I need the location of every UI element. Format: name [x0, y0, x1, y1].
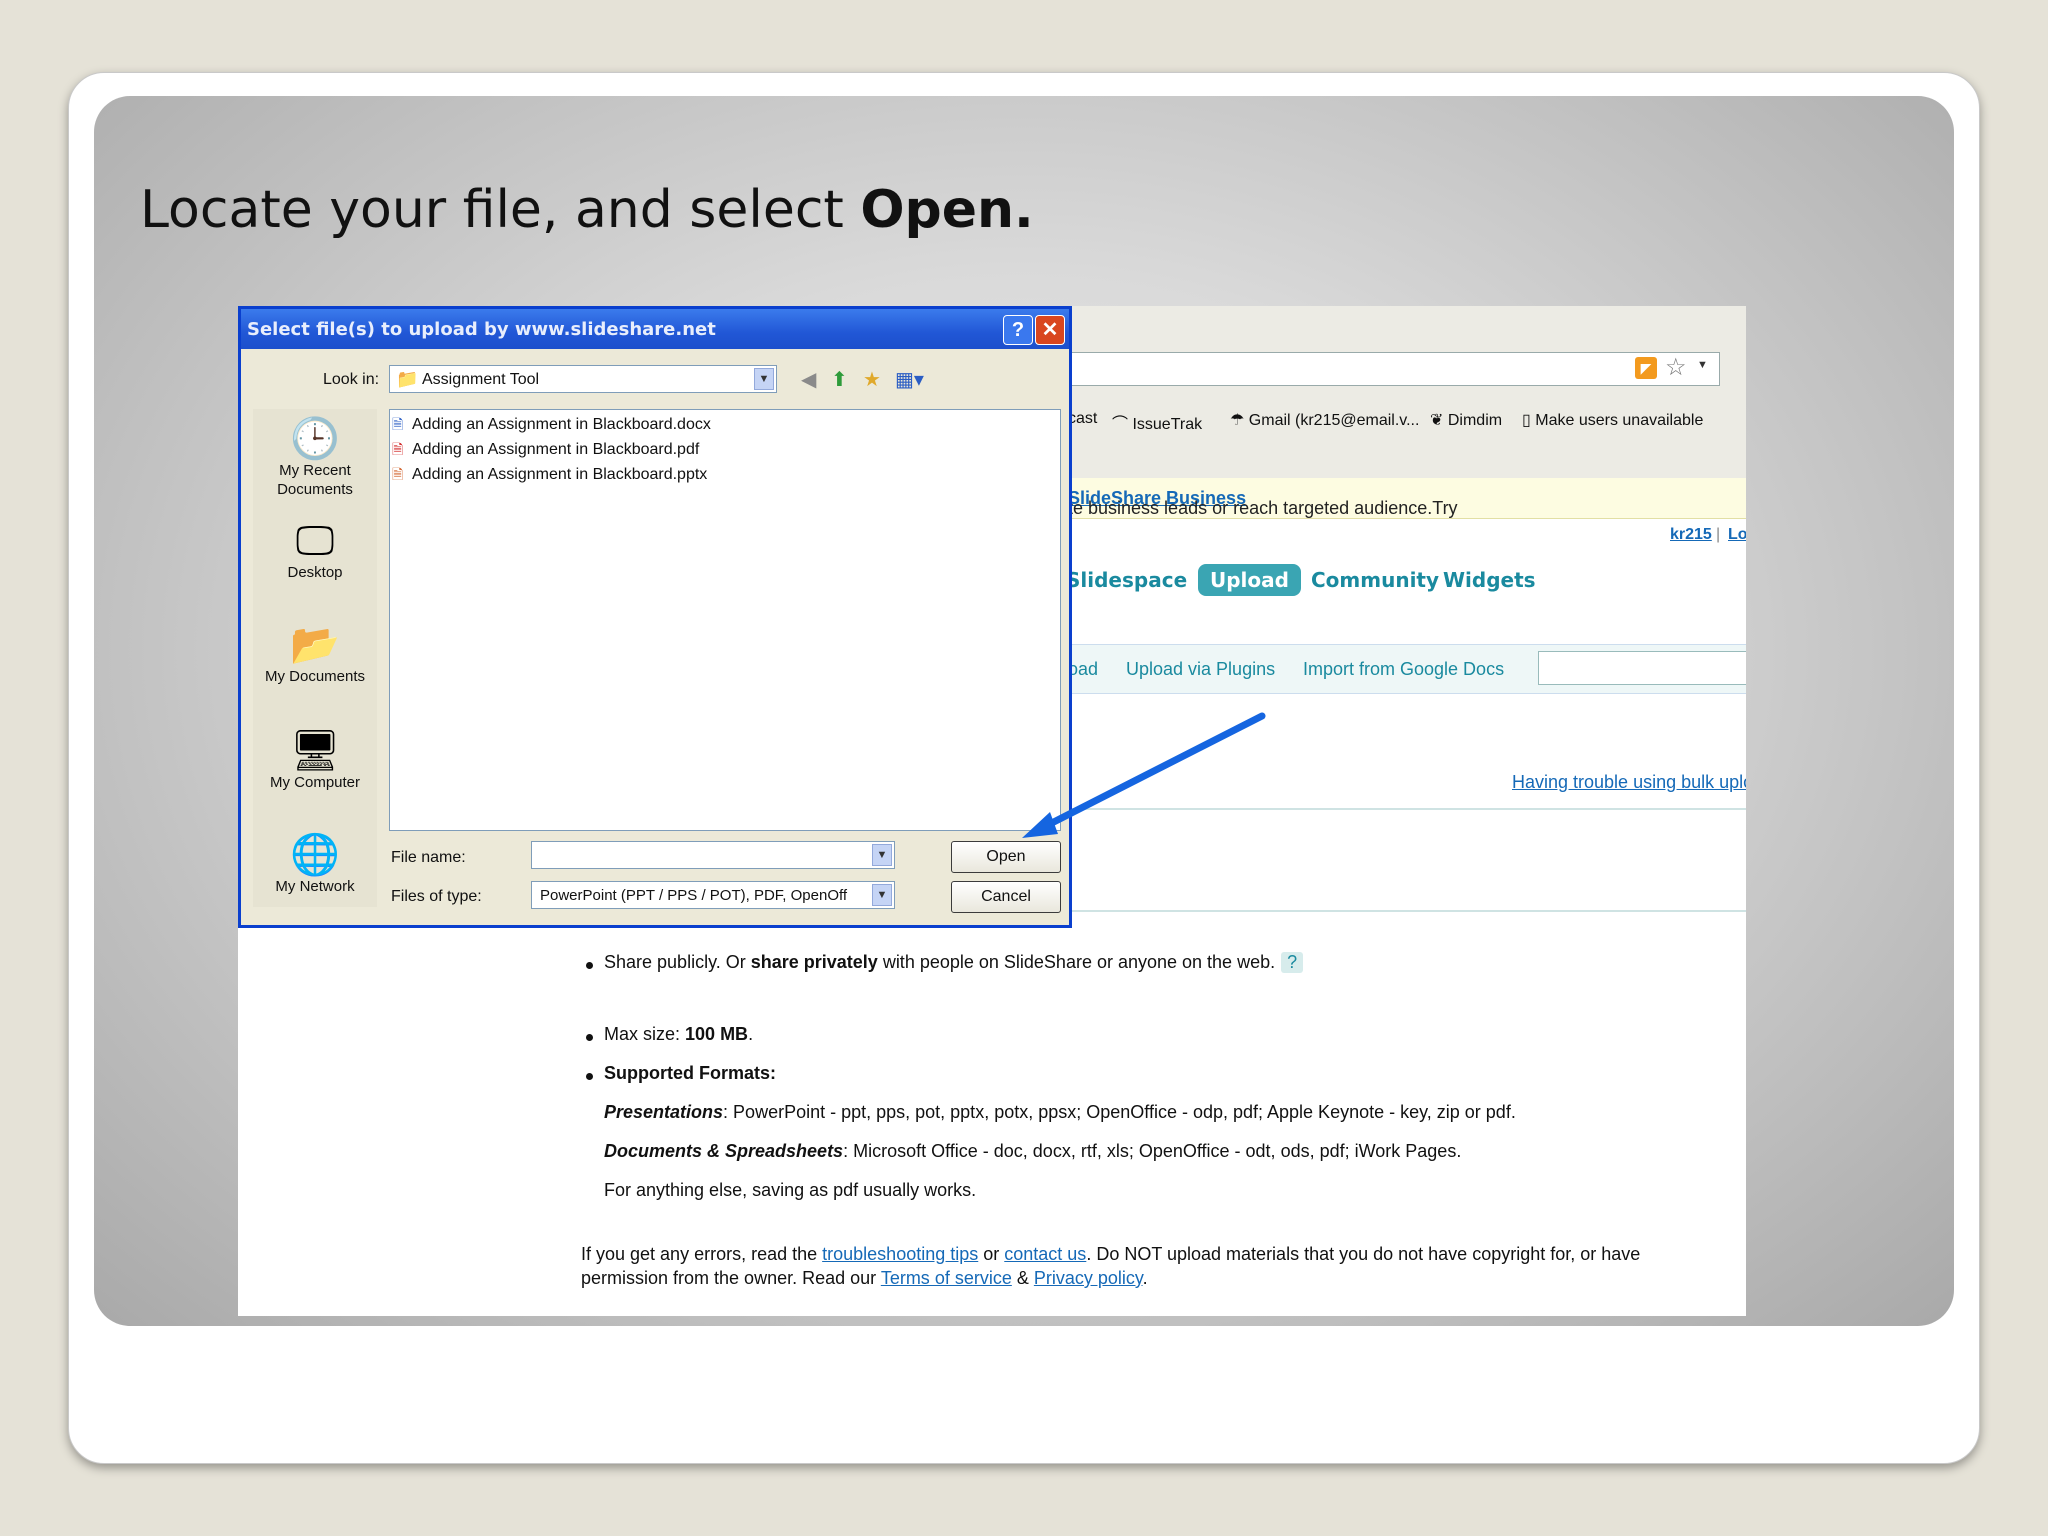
annotation-arrow	[1022, 712, 1266, 838]
heading-text: Locate your file, and select	[140, 180, 861, 240]
heading-bold: Open.	[860, 180, 1034, 240]
screenshot: ◤ ☆ ▼ cast ⌒ IssueTrak ☂ Gmail (kr215@em…	[238, 306, 1746, 1316]
slide-heading: Locate your file, and select Open.	[140, 180, 1034, 240]
